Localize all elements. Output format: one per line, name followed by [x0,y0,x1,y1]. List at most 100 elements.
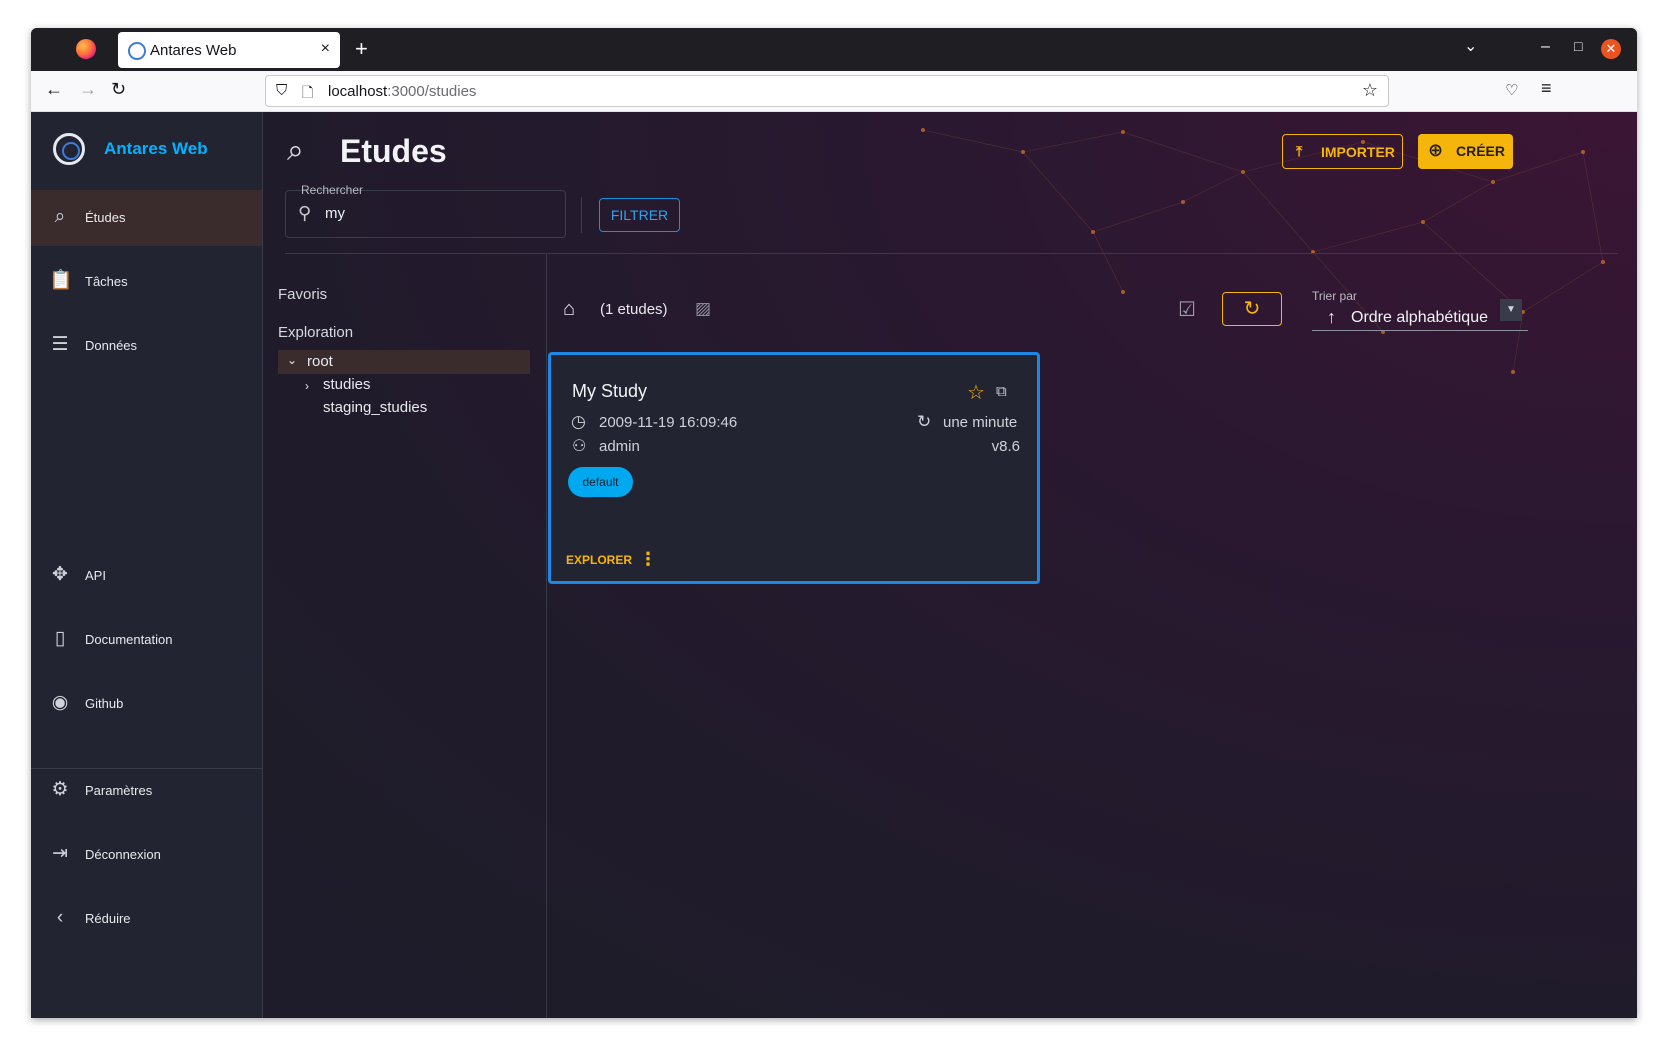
reload-icon[interactable]: ↻ [111,79,126,100]
sidebar-item-label: API [85,568,106,583]
shield-icon[interactable]: ⛉ [276,82,287,99]
search-label: Rechercher [301,183,364,197]
create-button-label: CRÉER [1456,143,1506,159]
tree-item-label: studies [323,376,371,393]
sidebar-item-label: Github [85,696,124,711]
logout-icon: ⇥ [52,843,68,864]
tree-item-label: root [307,353,333,370]
browser-tab-bar: Antares Web × + ⌄ – □ ✕ [31,28,1637,71]
tab-title: Antares Web [150,42,237,59]
study-owner: admin [599,438,640,455]
forward-arrow-icon[interactable]: → [79,79,97,100]
home-icon[interactable]: ⌂ [563,298,575,321]
sidebar-item-etudes[interactable]: ⌕ Études [31,190,262,246]
create-button[interactable]: ⊕ CRÉER [1418,134,1513,169]
tree-favorites[interactable]: Favoris [278,286,327,303]
brand-name[interactable]: Antares Web [104,139,208,159]
tree-item-staging-studies[interactable]: staging_studies [323,399,427,416]
search-value[interactable]: my [325,205,345,222]
github-icon: ◉ [51,692,69,713]
new-tab-button[interactable]: + [355,36,368,62]
sidebar-item-api[interactable]: ✥ API [31,548,262,604]
filter-button[interactable]: FILTRER [599,198,680,232]
clock-icon: ◷ [571,412,586,431]
antares-app: Antares Web ⌕ Études 📋 Tâches ☰ Données … [31,112,1637,1018]
sidebar-item-label: Paramètres [85,783,153,798]
copy-icon[interactable]: ⧉ [996,383,1007,400]
sidebar-item-label: Documentation [85,632,173,647]
study-card[interactable]: My Study ☆ ⧉ ◷ 2009-11-19 16:09:46 ↻ une… [548,352,1040,584]
sidebar-item-documentation[interactable]: ▯ Documentation [31,612,262,668]
refresh-icon: ↻ [1243,298,1261,320]
antares-logo-icon[interactable] [53,133,85,165]
chevron-down-icon[interactable]: ▼ [1500,299,1522,321]
main-content: ⌕ Etudes ⤒ IMPORTER ⊕ CRÉER Rechercher ⚲… [263,112,1637,1018]
search-divider [581,197,582,233]
sort-select[interactable]: Ordre alphabétique [1351,309,1488,327]
study-created-date: 2009-11-19 16:09:46 [599,414,738,431]
hamburger-menu-icon[interactable]: ≡ [1541,78,1552,99]
update-icon: ↻ [917,412,932,431]
sidebar-item-label: Tâches [85,274,128,289]
back-arrow-icon[interactable]: ← [45,79,63,100]
book-icon: ▯ [54,628,66,649]
chevron-right-icon[interactable]: › [305,379,309,393]
tree-item-root[interactable]: ⌄ root [278,350,530,374]
study-count: (1 etudes) [600,301,668,318]
import-button-label: IMPORTER [1321,144,1395,160]
url-bar[interactable]: ⛉ 🗋 localhost:3000/studies ☆ [265,75,1389,107]
url-host: localhost [328,83,388,100]
sidebar-item-deconnexion[interactable]: ⇥ Déconnexion [31,827,262,883]
bookmark-star-icon[interactable]: ☆ [1362,80,1378,101]
star-icon[interactable]: ☆ [967,380,985,405]
sidebar-item-taches[interactable]: 📋 Tâches [31,254,262,310]
study-tag[interactable]: default [568,467,633,497]
window-minimize-icon[interactable]: – [1541,38,1550,56]
study-modified: une minute [943,414,1018,431]
antares-favicon-icon [128,42,146,60]
search-icon: ⚲ [298,203,312,223]
tree-exploration[interactable]: Exploration [278,324,353,341]
folder-tree-panel: Favoris Exploration ⌄ root › studies sta… [263,254,547,1018]
sidebar-item-parametres[interactable]: ⚙ Paramètres [31,763,262,819]
page-info-icon[interactable]: 🗋 [302,82,313,106]
sort-label: Trier par [1312,289,1357,303]
url-text[interactable]: localhost:3000/studies [328,83,476,100]
pocket-icon[interactable]: ♡ [1505,81,1518,99]
chevron-left-icon: ‹ [56,907,64,928]
tab-list-chevron-icon[interactable]: ⌄ [1464,36,1477,56]
sidebar-item-label: Déconnexion [85,847,161,862]
url-path: :3000/studies [387,83,477,100]
sort-underline [1312,330,1528,331]
study-version: v8.6 [991,438,1020,455]
window-close-icon[interactable]: ✕ [1601,39,1621,59]
explore-button[interactable]: EXPLORER [566,553,632,567]
import-button[interactable]: ⤒ IMPORTER [1282,134,1403,169]
browser-window: Antares Web × + ⌄ – □ ✕ ← → ↻ ⛉ 🗋 localh… [31,28,1637,1018]
study-search-icon: ⌕ [54,206,66,227]
select-all-icon[interactable]: ☑ [1178,297,1196,322]
sidebar-item-github[interactable]: ◉ Github [31,676,262,732]
api-icon: ✥ [52,564,68,585]
window-maximize-icon[interactable]: □ [1574,38,1582,54]
folder-off-icon[interactable]: ▨ [695,299,711,319]
gear-icon: ⚙ [51,779,69,800]
refresh-button[interactable]: ↻ [1222,292,1282,326]
upload-icon: ⤒ [1296,143,1303,159]
study-title: My Study [572,381,648,401]
sidebar-item-label: Données [85,338,138,353]
sidebar-item-label: Réduire [85,911,131,926]
arrow-up-icon[interactable]: ↑ [1327,307,1336,328]
tab-close-icon[interactable]: × [321,40,330,58]
browser-toolbar: ← → ↻ ⛉ 🗋 localhost:3000/studies ☆ ♡ ≡ [31,71,1637,112]
study-search-icon: ⌕ [287,134,304,167]
person-icon: ⚇ [572,438,587,455]
sidebar-item-reduire[interactable]: ‹ Réduire [31,891,262,947]
chevron-down-icon[interactable]: ⌄ [287,353,297,367]
sidebar-item-donnees[interactable]: ☰ Données [31,318,262,374]
browser-tab[interactable]: Antares Web × [118,32,340,68]
clipboard-icon: 📋 [49,270,73,291]
sidebar: Antares Web ⌕ Études 📋 Tâches ☰ Données … [31,112,263,1018]
firefox-icon[interactable] [76,39,96,59]
more-vertical-icon[interactable]: ⋮ [639,549,657,570]
